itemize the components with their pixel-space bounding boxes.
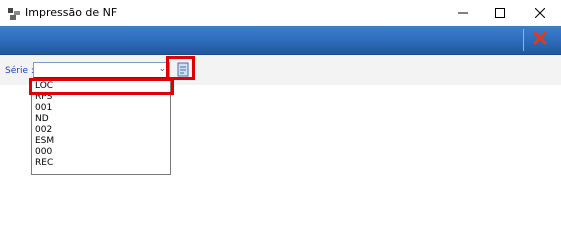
red-x-close-icon (532, 30, 548, 50)
minimize-icon (458, 8, 468, 18)
list-item[interactable]: REC (35, 158, 53, 169)
maximize-button[interactable] (479, 0, 521, 26)
list-item[interactable]: 002 (35, 125, 52, 136)
chevron-down-icon[interactable]: ⌄ (158, 64, 166, 74)
minimize-button[interactable] (442, 0, 484, 26)
title-bar: Impressão de NF (0, 0, 561, 26)
list-item[interactable]: ESM (35, 136, 54, 147)
window-close-button[interactable] (519, 0, 561, 26)
app-logo-icon (7, 6, 21, 20)
highlight-box-print-button (166, 56, 195, 80)
toolbar-separator (523, 29, 524, 51)
list-item[interactable]: 000 (35, 147, 52, 158)
toolbar (0, 26, 561, 55)
window-title: Impressão de NF (25, 6, 118, 19)
list-item[interactable]: ND (35, 114, 49, 125)
serie-label: Série : (5, 66, 34, 76)
close-icon (535, 8, 545, 18)
highlight-box-loc-option (29, 78, 174, 95)
list-item[interactable]: 001 (35, 103, 52, 114)
maximize-icon (495, 8, 505, 18)
serie-combobox[interactable]: ⌄ (33, 62, 170, 78)
toolbar-close-button[interactable] (530, 30, 550, 50)
